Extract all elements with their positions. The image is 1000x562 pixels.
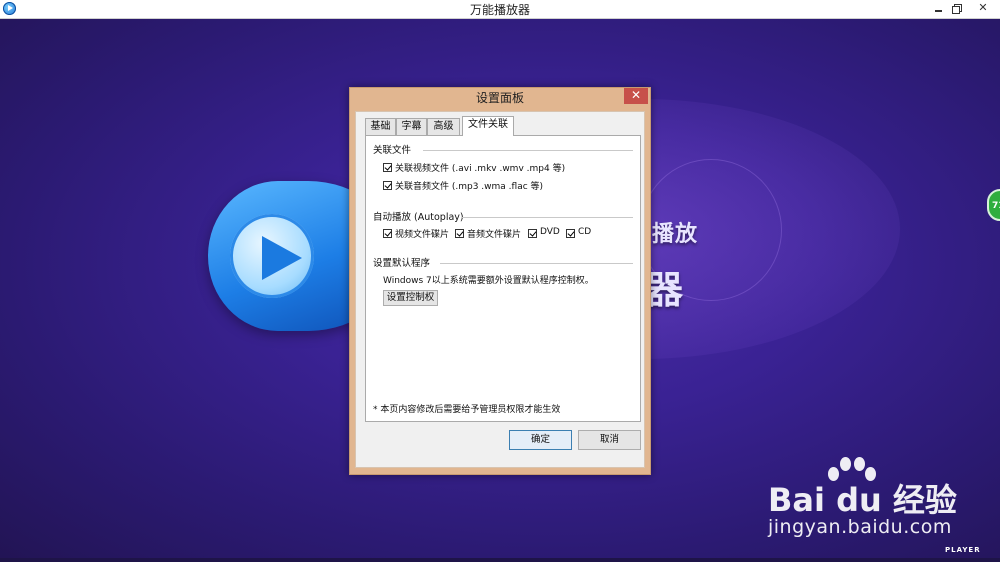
close-window-button[interactable]: ✕ [966, 0, 1000, 18]
autoplay-video-disc-label[interactable]: 视频文件碟片 [395, 227, 449, 240]
player-brand-mark: PLAYER [945, 546, 981, 554]
assoc-section-title: 关联文件 [373, 145, 412, 156]
autoplay-audio-disc-checkbox[interactable] [455, 229, 464, 238]
brand-text-line1: 播放 [652, 222, 699, 247]
tab-advanced[interactable]: 高级 [427, 118, 460, 135]
watermark-main-text: Bai du 经验 [768, 481, 957, 519]
ok-button[interactable]: 确定 [509, 430, 572, 450]
autoplay-section-title: 自动播放 (Autoplay) [373, 212, 464, 223]
section-divider [440, 263, 633, 264]
default-program-description: Windows 7以上系统需要额外设置默认程序控制权。 [383, 276, 594, 286]
section-divider [462, 217, 633, 218]
autoplay-cd-checkbox[interactable] [566, 229, 575, 238]
admin-note: * 本页内容修改后需要给予管理员权限才能生效 [373, 405, 561, 415]
assoc-video-checkbox[interactable] [383, 163, 392, 172]
autoplay-cd-label[interactable]: CD [578, 227, 591, 237]
section-divider [423, 150, 633, 151]
window-title: 万能播放器 [469, 3, 530, 17]
autoplay-video-disc-checkbox[interactable] [383, 229, 392, 238]
assoc-video-label[interactable]: 关联视频文件 (.avi .mkv .wmv .mp4 等) [395, 161, 565, 174]
dialog-close-button[interactable]: ✕ [624, 88, 648, 104]
default-program-section-title: 设置默认程序 [373, 258, 431, 269]
play-icon [262, 236, 302, 280]
cancel-button[interactable]: 取消 [578, 430, 641, 450]
tab-file-association[interactable]: 文件关联 [462, 116, 514, 136]
assoc-audio-label[interactable]: 关联音频文件 (.mp3 .wma .flac 等) [395, 179, 543, 192]
floating-speed-badge[interactable]: 71 [987, 189, 1000, 221]
assoc-audio-checkbox[interactable] [383, 181, 392, 190]
watermark-url: jingyan.baidu.com [768, 516, 952, 538]
settings-dialog: 设置面板 ✕ 基础 字幕 高级 文件关联 关联文件 关联视频文件 (.avi .… [349, 87, 651, 475]
tab-subtitle[interactable]: 字幕 [396, 118, 427, 135]
autoplay-dvd-label[interactable]: DVD [540, 227, 560, 237]
file-association-panel: 关联文件 关联视频文件 (.avi .mkv .wmv .mp4 等) 关联音频… [365, 135, 641, 422]
set-control-button[interactable]: 设置控制权 [383, 290, 438, 306]
tab-basic[interactable]: 基础 [365, 118, 396, 135]
dialog-title: 设置面板 [475, 91, 524, 105]
baidu-watermark: Bai du 经验 jingyan.baidu.com [768, 455, 998, 545]
autoplay-dvd-checkbox[interactable] [528, 229, 537, 238]
autoplay-audio-disc-label[interactable]: 音频文件碟片 [467, 227, 521, 240]
bottom-control-strip [0, 558, 1000, 562]
maximize-button[interactable] [946, 0, 968, 18]
dialog-body: 基础 字幕 高级 文件关联 关联文件 关联视频文件 (.avi .mkv .wm… [355, 111, 645, 468]
window-titlebar: 万能播放器 ✕ [0, 0, 1000, 19]
